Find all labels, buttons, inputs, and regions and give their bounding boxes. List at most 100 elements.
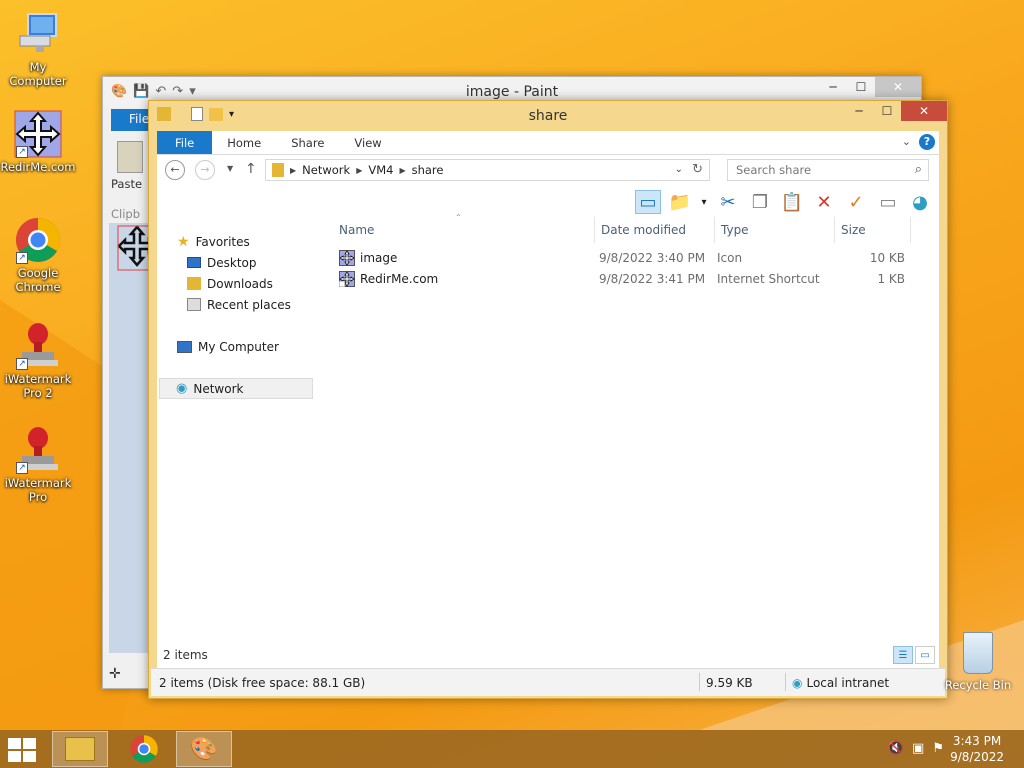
explorer-window-controls: ─ ☐ ✕ bbox=[845, 101, 947, 121]
start-button[interactable] bbox=[8, 738, 36, 762]
desktop-icon-my-computer[interactable]: My Computer bbox=[0, 10, 76, 88]
chevron-right-icon[interactable]: ▶ bbox=[356, 166, 362, 175]
breadcrumb-vm4[interactable]: VM4 bbox=[368, 163, 393, 177]
tab-view[interactable]: View bbox=[339, 131, 396, 154]
taskbar-paint[interactable]: 🎨 bbox=[176, 731, 232, 767]
paint-window-title: image - Paint bbox=[465, 84, 559, 100]
search-placeholder: Search share bbox=[736, 163, 812, 177]
close-button[interactable]: ✕ bbox=[901, 101, 947, 121]
preview-pane-icon[interactable]: ▭ bbox=[635, 190, 661, 214]
file-explorer-icon bbox=[65, 737, 95, 761]
minimize-button[interactable]: ─ bbox=[819, 77, 847, 97]
file-name: RedirMe.com bbox=[360, 271, 439, 286]
nav-desktop[interactable]: Desktop bbox=[157, 252, 333, 273]
nav-my-computer[interactable]: My Computer bbox=[157, 336, 333, 357]
recent-places-icon bbox=[187, 298, 201, 311]
recycle-bin-icon bbox=[963, 632, 993, 674]
back-button[interactable]: ← bbox=[165, 160, 185, 180]
copy-icon[interactable]: ❐ bbox=[747, 190, 773, 214]
move-arrows-icon: ↗ bbox=[14, 110, 62, 158]
chevron-down-icon[interactable]: ▾ bbox=[699, 190, 709, 214]
column-headers: ⌃ Name Date modified Type Size bbox=[333, 213, 939, 243]
file-size: 1 KB bbox=[877, 271, 905, 286]
folder-options-icon[interactable]: 📁 bbox=[667, 190, 693, 214]
table-row[interactable]: RedirMe.com 9/8/2022 3:41 PM Internet Sh… bbox=[333, 268, 939, 289]
recent-locations-dropdown[interactable]: ▼ bbox=[227, 164, 233, 173]
cut-icon[interactable]: ✂ bbox=[715, 190, 741, 214]
desktop-icon-chrome[interactable]: ↗ Google Chrome bbox=[0, 216, 76, 294]
navigation-bar: ← → ▼ ↑ ▶ Network ▶ VM4 ▶ share ⌄ ↻ Sear… bbox=[157, 155, 939, 187]
breadcrumb-network[interactable]: Network bbox=[302, 163, 350, 177]
minimize-button[interactable]: ─ bbox=[845, 101, 873, 121]
windows-logo-icon bbox=[8, 738, 21, 749]
explorer-title-bar[interactable]: ▾ share ─ ☐ ✕ bbox=[149, 101, 947, 131]
address-bar[interactable]: ▶ Network ▶ VM4 ▶ share ⌄ ↻ bbox=[265, 159, 710, 181]
speaker-muted-icon[interactable]: 🔇 bbox=[888, 741, 904, 756]
expand-ribbon-icon[interactable]: ⌄ bbox=[902, 135, 911, 148]
forward-button[interactable]: → bbox=[195, 160, 215, 180]
move-arrows-icon bbox=[339, 249, 355, 266]
shell-icon[interactable]: ◕ bbox=[907, 190, 933, 214]
sort-ascending-icon: ⌃ bbox=[455, 213, 462, 222]
table-row[interactable]: image 9/8/2022 3:40 PM Icon 10 KB bbox=[333, 247, 939, 268]
explorer-window-title: share bbox=[528, 108, 568, 124]
paste-icon[interactable]: 📋 bbox=[779, 190, 805, 214]
clock-date: 9/8/2022 bbox=[950, 750, 1004, 764]
column-size[interactable]: Size bbox=[835, 217, 911, 243]
chevron-right-icon[interactable]: ▶ bbox=[290, 166, 296, 175]
clipboard-group-label: Clipb bbox=[111, 207, 141, 221]
file-list: ⌃ Name Date modified Type Size image 9/8… bbox=[333, 213, 939, 644]
explorer-window[interactable]: ▾ share ─ ☐ ✕ File Home Share View ⌄ ? ←… bbox=[148, 100, 948, 699]
tab-share[interactable]: Share bbox=[276, 131, 339, 154]
tab-home[interactable]: Home bbox=[212, 131, 276, 154]
close-button[interactable]: ✕ bbox=[875, 77, 921, 97]
maximize-button[interactable]: ☐ bbox=[873, 101, 901, 121]
desktop-icon-redirme[interactable]: ↗ RedirMe.com bbox=[0, 110, 76, 174]
desktop-icon-label: My Computer bbox=[9, 60, 67, 88]
delete-icon[interactable]: ✕ bbox=[811, 190, 837, 214]
rename-check-icon[interactable]: ✓ bbox=[843, 190, 869, 214]
file-date: 9/8/2022 3:41 PM bbox=[599, 271, 706, 286]
paint-file-tab[interactable]: File bbox=[111, 109, 151, 131]
nav-favorites[interactable]: ★ Favorites bbox=[157, 231, 333, 252]
refresh-icon[interactable]: ↻ bbox=[692, 162, 703, 177]
search-input[interactable]: Search share ⌕ bbox=[727, 159, 929, 181]
action-center-flag-icon[interactable]: ⚑ bbox=[932, 741, 944, 756]
chevron-right-icon[interactable]: ▶ bbox=[399, 166, 405, 175]
desktop-icon-recycle-bin[interactable]: Recycle Bin bbox=[940, 632, 1016, 692]
shortcut-arrow-icon: ↗ bbox=[16, 146, 28, 158]
paint-window-controls: ─ ☐ ✕ bbox=[819, 77, 921, 97]
desktop-icon-iwatermark-pro-2[interactable]: ↗ iWatermark Pro 2 bbox=[0, 322, 76, 400]
maximize-button[interactable]: ☐ bbox=[847, 77, 875, 97]
file-date: 9/8/2022 3:40 PM bbox=[599, 250, 706, 265]
item-count: 2 items bbox=[163, 648, 208, 662]
nav-recent-places[interactable]: Recent places bbox=[157, 294, 333, 315]
content-area: ★ Favorites Desktop Downloads Recent pla… bbox=[157, 213, 939, 644]
nav-downloads[interactable]: Downloads bbox=[157, 273, 333, 294]
help-button[interactable]: ? bbox=[919, 134, 935, 150]
taskbar-clock[interactable]: 3:43 PM 9/8/2022 bbox=[950, 733, 1004, 765]
network-status-icon[interactable]: ▣ bbox=[912, 741, 924, 756]
taskbar-file-explorer[interactable] bbox=[52, 731, 108, 767]
taskbar-chrome[interactable] bbox=[116, 731, 172, 767]
up-button[interactable]: ↑ bbox=[245, 161, 257, 177]
globe-icon: ◉ bbox=[792, 676, 803, 690]
details-view-icon[interactable]: ☰ bbox=[893, 646, 913, 664]
command-toolbar: ▭ 📁 ▾ ✂ ❐ 📋 ✕ ✓ ▭ ◕ bbox=[157, 187, 939, 217]
desktop-icon-label: Google Chrome bbox=[15, 266, 61, 294]
shortcut-arrow-icon: ↗ bbox=[16, 462, 28, 474]
paint-paste-button[interactable]: Paste Clipb bbox=[111, 135, 151, 221]
properties-icon[interactable]: ▭ bbox=[875, 190, 901, 214]
column-date-modified[interactable]: Date modified bbox=[595, 217, 715, 243]
status-bar: 2 items (Disk free space: 88.1 GB) 9.59 … bbox=[151, 668, 945, 696]
tab-file[interactable]: File bbox=[157, 131, 213, 154]
column-name[interactable]: Name bbox=[333, 217, 595, 243]
address-history-chevron-icon[interactable]: ⌄ bbox=[675, 164, 683, 175]
nav-network[interactable]: ◉ Network bbox=[159, 378, 313, 399]
move-cursor-icon: ✛ bbox=[109, 666, 121, 682]
desktop-icon-iwatermark-pro[interactable]: ↗ iWatermark Pro bbox=[0, 426, 76, 504]
large-icons-view-icon[interactable]: ▭ bbox=[915, 646, 935, 664]
breadcrumb-share[interactable]: share bbox=[412, 163, 444, 177]
column-type[interactable]: Type bbox=[715, 217, 835, 243]
explorer-body: File Home Share View ⌄ ? ← → ▼ ↑ ▶ Netwo… bbox=[151, 131, 945, 696]
